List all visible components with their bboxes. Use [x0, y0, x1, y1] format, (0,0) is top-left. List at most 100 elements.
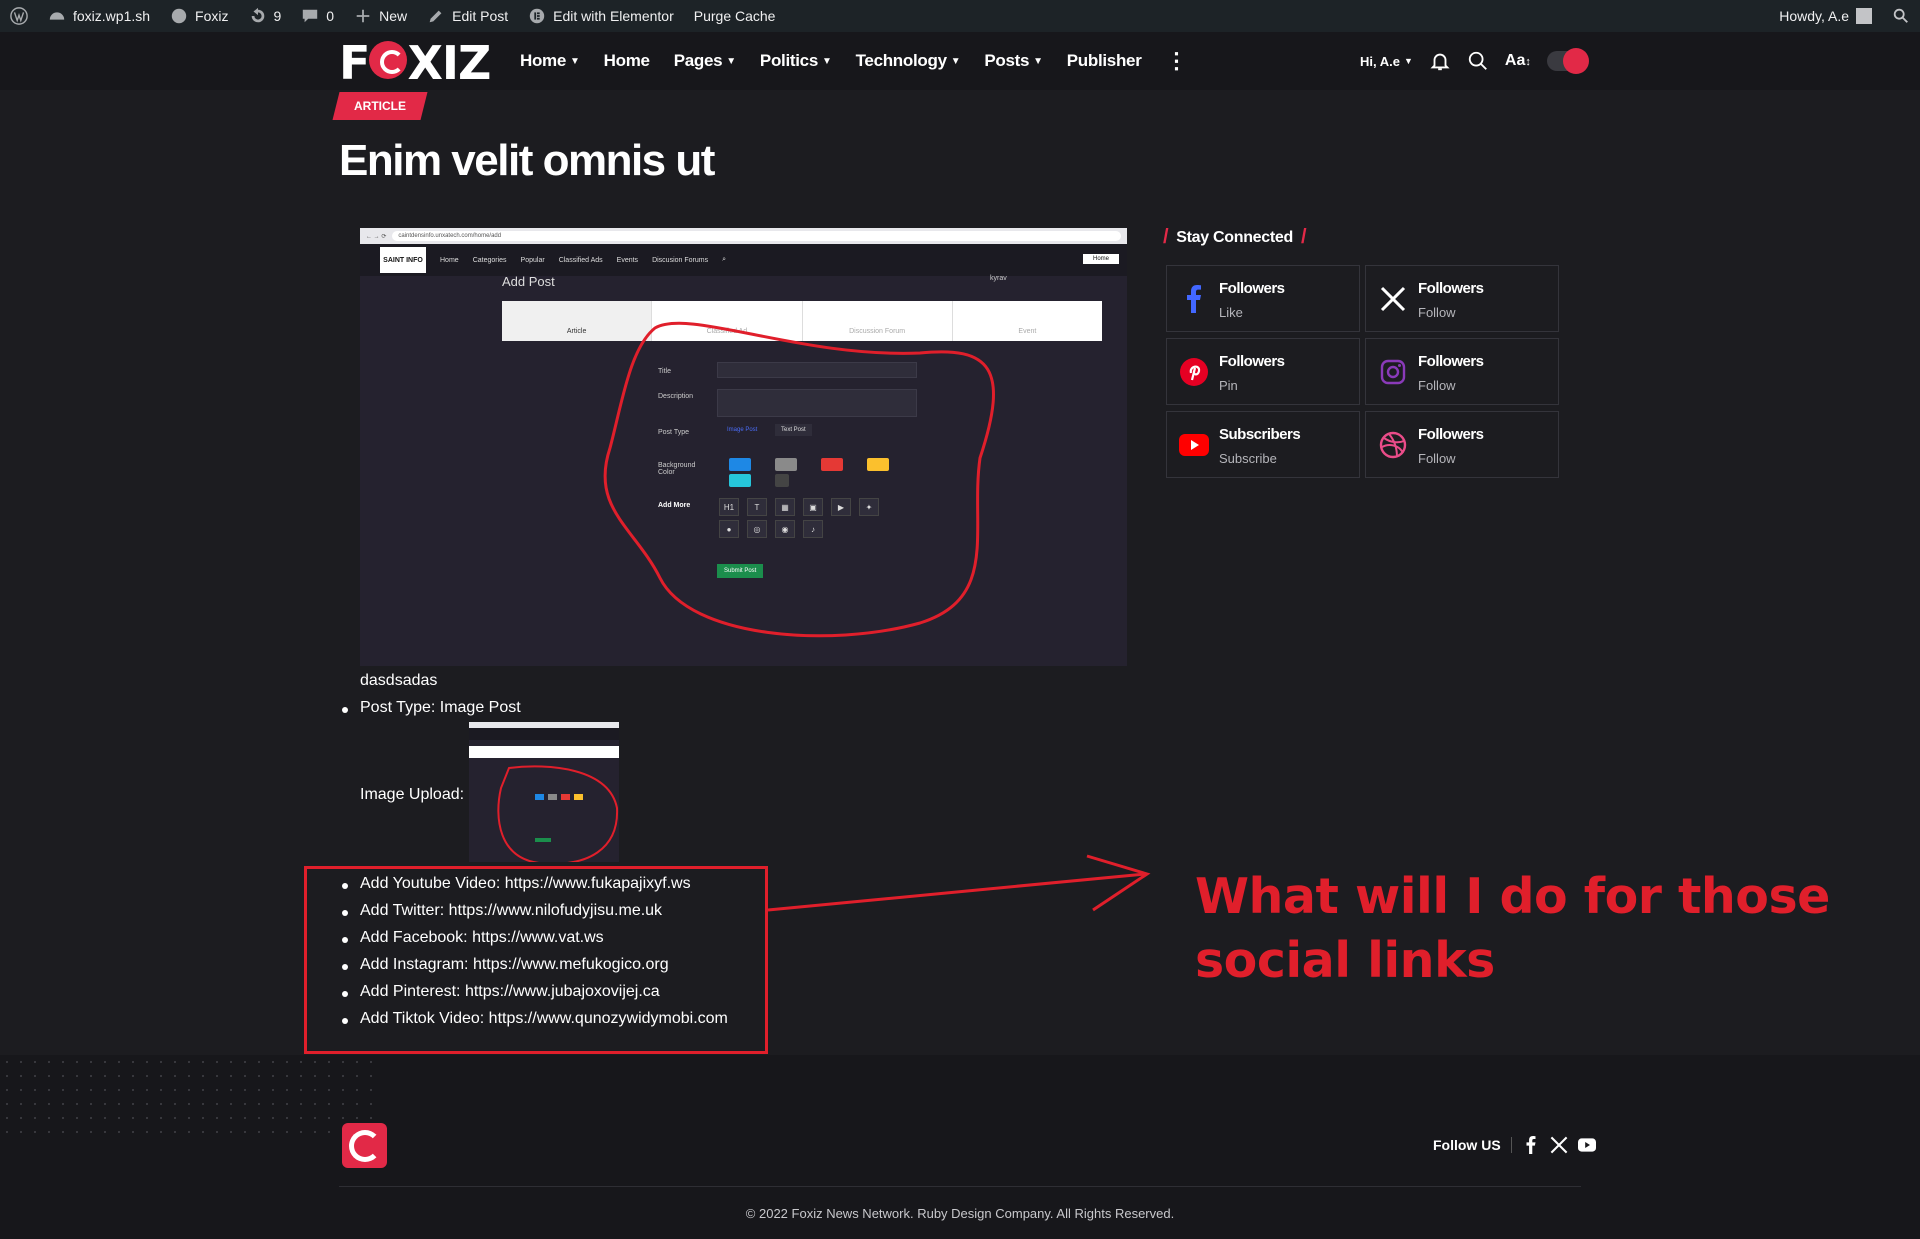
facebook-icon[interactable]	[1522, 1136, 1540, 1154]
nav-item-publisher[interactable]: Publisher	[1055, 51, 1154, 71]
site-footer: Follow US © 2022 Foxiz News Network. Rub…	[0, 1055, 1920, 1239]
footer-divider	[339, 1186, 1581, 1187]
uploaded-image-thumbnail[interactable]	[469, 722, 619, 862]
x-twitter-icon[interactable]	[1550, 1136, 1568, 1154]
post-type-item: Post Type: Image Post	[360, 699, 521, 716]
social-card-action: Like	[1219, 305, 1243, 320]
chevron-down-icon: ▼	[726, 55, 736, 67]
post-description: dasdsadas	[360, 672, 438, 689]
nav-item-home-dropdown[interactable]: Home ▼	[508, 51, 592, 71]
nav-label: Technology	[855, 51, 947, 70]
theme-name: Foxiz	[195, 8, 229, 24]
bullet	[342, 991, 348, 997]
bullet	[342, 883, 348, 889]
red-circle-annotation	[603, 321, 995, 638]
logo-o-icon	[369, 41, 408, 79]
pencil-icon	[429, 10, 442, 23]
new-label: New	[379, 8, 408, 24]
x-twitter-icon	[1378, 284, 1408, 314]
category-badge[interactable]: ARTICLE	[332, 92, 428, 120]
social-card-youtube[interactable]: Subscribers Subscribe	[1166, 411, 1360, 478]
search-icon	[1893, 8, 1908, 23]
font-resize-label: Aa	[1504, 52, 1526, 69]
footer-logo-icon[interactable]	[342, 1123, 387, 1168]
social-card-pinterest[interactable]: Followers Pin	[1166, 338, 1360, 405]
social-card-dribbble[interactable]: Followers Follow	[1365, 411, 1559, 478]
header-tools: Hi, A.e ▼ Aa↕	[1360, 32, 1589, 90]
social-card-name: Followers	[1219, 280, 1285, 297]
social-card-instagram[interactable]: Followers Follow	[1365, 338, 1559, 405]
social-card-name: Followers	[1418, 353, 1484, 370]
link-youtube: Add Youtube Video: https://www.fukapajix…	[360, 875, 691, 892]
social-card-facebook[interactable]: Followers Like	[1166, 265, 1360, 332]
customize-icon	[171, 8, 187, 24]
nav-item-home[interactable]: Home	[592, 51, 662, 71]
my-account-link[interactable]: Howdy, A.e	[1769, 0, 1882, 32]
user-greeting: Hi, A.e	[1360, 53, 1400, 69]
bell-icon[interactable]	[1429, 50, 1451, 72]
instagram-icon	[1378, 357, 1408, 387]
updates-count: 9	[273, 8, 282, 24]
site-name: foxiz.wp1.sh	[73, 8, 151, 24]
nav-item-pages[interactable]: Pages ▼	[662, 51, 748, 71]
nav-item-politics[interactable]: Politics ▼	[748, 51, 844, 71]
divider	[1510, 1137, 1512, 1153]
social-card-name: Subscribers	[1219, 426, 1301, 443]
nav-label: Politics	[759, 51, 818, 70]
dark-mode-toggle[interactable]	[1546, 48, 1589, 74]
nav-item-technology[interactable]: Technology ▼	[844, 51, 973, 71]
wordpress-icon	[10, 7, 28, 25]
chevron-down-icon: ▼	[821, 55, 832, 67]
footer-follow-us: Follow US	[1433, 1136, 1596, 1154]
updates-icon	[251, 7, 264, 23]
thumb-red-circle	[497, 765, 619, 862]
edit-elementor-link[interactable]: Edit with Elementor	[518, 0, 684, 32]
main-nav: Home ▼ Home Pages ▼ Politics ▼ Technology ▼ …	[508, 32, 1200, 90]
site-header: F XIZ Home ▼ Home Pages ▼ Politics ▼ Technol…	[0, 32, 1920, 90]
edit-post-label: Edit Post	[452, 8, 509, 24]
follow-us-label: Follow US	[1433, 1137, 1501, 1153]
user-menu[interactable]: Hi, A.e ▼	[1360, 54, 1413, 69]
footer-dot-pattern	[0, 1055, 380, 1145]
site-name-link[interactable]: foxiz.wp1.sh	[38, 0, 160, 32]
link-instagram: Add Instagram: https://www.mefukogico.or…	[360, 956, 669, 973]
bullet	[342, 707, 348, 713]
social-card-action: Follow	[1418, 305, 1456, 320]
link-facebook: Add Facebook: https://www.vat.ws	[360, 929, 604, 946]
slash-icon: /	[1300, 226, 1307, 248]
bullet	[342, 937, 348, 943]
chevron-down-icon: ▼	[570, 55, 580, 67]
site-logo[interactable]: F XIZ	[339, 40, 491, 86]
bullet	[342, 964, 348, 970]
updates-link[interactable]: 9	[239, 0, 292, 32]
edit-post-link[interactable]: Edit Post	[417, 0, 518, 32]
dribbble-icon	[1378, 430, 1408, 460]
dashboard-icon	[49, 12, 65, 20]
social-card-name: Followers	[1418, 426, 1484, 443]
comment-icon	[303, 9, 318, 23]
purge-cache-link[interactable]: Purge Cache	[684, 0, 786, 32]
social-card-name: Followers	[1418, 280, 1484, 297]
nav-item-posts[interactable]: Posts ▼	[972, 51, 1054, 71]
new-content-link[interactable]: New	[344, 0, 417, 32]
image-upload-label: Image Upload:	[360, 786, 465, 803]
youtube-icon[interactable]	[1577, 1136, 1596, 1154]
social-card-x[interactable]: Followers Follow	[1365, 265, 1559, 332]
social-card-action: Pin	[1219, 378, 1238, 393]
youtube-icon	[1179, 430, 1209, 460]
slash-icon: /	[1163, 226, 1169, 248]
wordpress-menu[interactable]	[0, 0, 38, 32]
search-icon[interactable]	[1467, 50, 1489, 72]
social-card-action: Follow	[1418, 451, 1456, 466]
theme-link[interactable]: Foxiz	[160, 0, 238, 32]
comments-link[interactable]: 0	[291, 0, 344, 32]
more-menu-icon[interactable]: ⋮	[1154, 48, 1200, 74]
nav-label: Home	[603, 51, 650, 70]
admin-search-button[interactable]	[1882, 0, 1920, 32]
red-arrow-annotation	[767, 854, 1151, 912]
bullet	[342, 910, 348, 916]
post-image-screenshot: ← → ⟳ caintdensinfo.unxatech.com/home/ad…	[360, 228, 1127, 666]
chevron-down-icon: ▼	[1403, 56, 1413, 66]
font-resize-button[interactable]: Aa↕	[1505, 52, 1531, 70]
stay-connected-label: Stay Connected	[1176, 228, 1293, 246]
